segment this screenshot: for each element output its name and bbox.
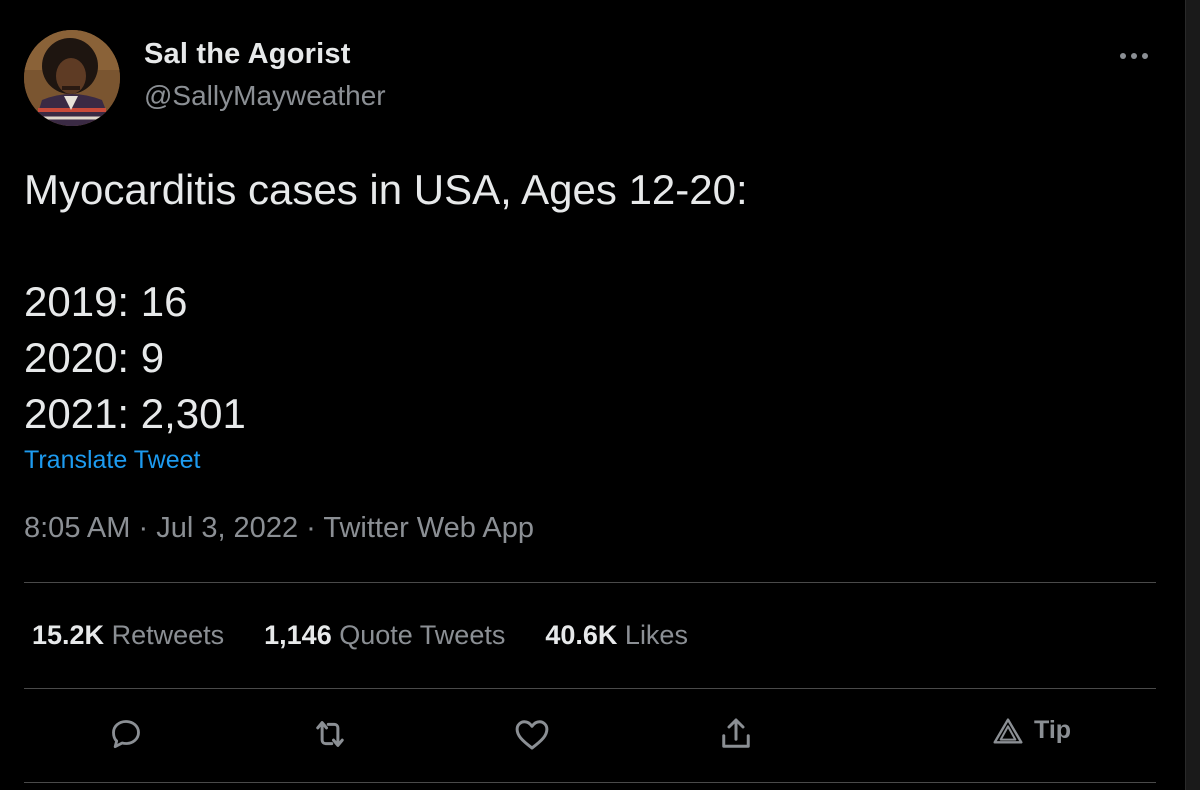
- divider: [24, 582, 1156, 583]
- tweet-text-line: Myocarditis cases in USA, Ages 12-20:: [24, 166, 748, 213]
- tweet-date[interactable]: Jul 3, 2022: [156, 512, 298, 544]
- translate-tweet-link[interactable]: Translate Tweet: [24, 446, 200, 475]
- more-dot: [1131, 53, 1137, 59]
- tweet-text-line: 2020: 9: [24, 334, 165, 381]
- author-handle[interactable]: @SallyMayweather: [144, 80, 386, 112]
- reply-button[interactable]: [104, 712, 148, 756]
- tweet-text-line: 2021: 2,301: [24, 390, 246, 437]
- more-dot: [1120, 53, 1126, 59]
- tip-label: Tip: [1034, 716, 1072, 744]
- author-display-name[interactable]: Sal the Agorist: [144, 38, 351, 71]
- avatar[interactable]: [24, 30, 120, 126]
- meta-separator: ·: [138, 512, 157, 544]
- divider: [24, 688, 1156, 689]
- retweets-stat[interactable]: 15.2K Retweets: [32, 620, 224, 651]
- likes-stat[interactable]: 40.6K Likes: [545, 620, 688, 651]
- quote-tweets-stat[interactable]: 1,146 Quote Tweets: [264, 620, 505, 651]
- tweet-stats: 15.2K Retweets 1,146 Quote Tweets 40.6K …: [32, 620, 728, 651]
- tip-button[interactable]: Tip: [992, 716, 1071, 745]
- tweet-detail: Sal the Agorist @SallyMayweather Myocard…: [0, 0, 1200, 790]
- likes-label: Likes: [624, 620, 688, 650]
- tweet-text: Myocarditis cases in USA, Ages 12-20: 20…: [24, 162, 748, 442]
- share-button[interactable]: [714, 712, 758, 756]
- retweets-label: Retweets: [111, 620, 225, 650]
- tweet-time[interactable]: 8:05 AM: [24, 512, 130, 544]
- tweet-text-blank-line: [24, 218, 748, 274]
- tweet-actions: Tip: [0, 712, 1200, 762]
- divider: [24, 782, 1156, 783]
- retweets-count: 15.2K: [32, 620, 105, 650]
- tweet-text-line: 2019: 16: [24, 278, 188, 325]
- retweet-icon: [316, 721, 344, 747]
- heart-icon: [515, 720, 549, 750]
- quote-tweets-count: 1,146: [264, 620, 332, 650]
- reply-icon: [112, 720, 140, 749]
- scrollbar-track[interactable]: [1185, 0, 1200, 790]
- tip-icon: [993, 717, 1023, 744]
- meta-separator: ·: [306, 512, 324, 544]
- more-dot: [1142, 53, 1148, 59]
- quote-tweets-label: Quote Tweets: [339, 620, 506, 650]
- retweet-button[interactable]: [308, 712, 352, 756]
- likes-count: 40.6K: [545, 620, 618, 650]
- more-options-icon[interactable]: [1120, 42, 1156, 70]
- share-icon: [722, 718, 750, 748]
- tweet-metadata: 8:05 AM · Jul 3, 2022 · Twitter Web App: [24, 512, 534, 545]
- like-button[interactable]: [510, 712, 554, 756]
- tweet-source[interactable]: Twitter Web App: [323, 512, 534, 544]
